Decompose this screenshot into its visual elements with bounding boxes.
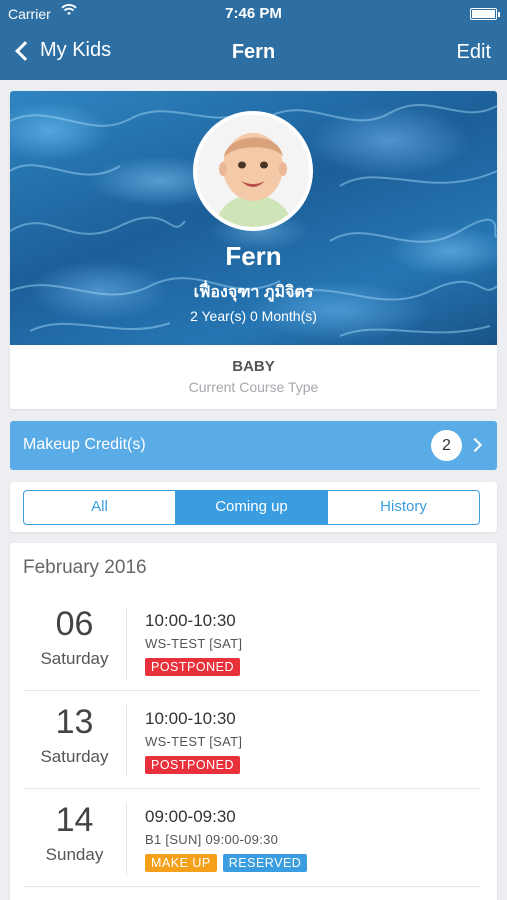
divider [126,607,127,679]
class-time: 10:00-10:30 [145,709,236,728]
status-badge: POSTPONED [145,756,240,774]
navigation-bar: My Kids Fern Edit [0,28,507,80]
avatar [193,111,313,231]
chevron-right-icon [467,437,483,453]
divider [126,803,127,875]
status-bar: Carrier 7:46 PM [0,0,507,28]
back-label: My Kids [40,39,112,61]
schedule-row[interactable]: 06 Saturday 10:00-10:30 WS-TEST [SAT] PO… [23,593,480,691]
segmented-control: All Coming up History [23,490,480,525]
status-badge: MAKE UP [145,854,217,872]
class-name: WS-TEST [SAT] [145,636,243,651]
month-header: February 2016 [23,557,147,578]
chevron-left-icon [15,40,35,61]
course-type-caption: Current Course Type [188,379,319,395]
course-type-value: BABY [232,358,275,375]
schedule-row[interactable]: 13 Saturday 10:00-10:30 WS-TEST [SAT] PO… [23,691,480,789]
pool-background: Fern เฟื่องจุฑา ภูมิจิตร 2 Year(s) 0 Mon… [10,91,497,345]
tab-all[interactable]: All [24,491,176,524]
weekday: Saturday [40,747,109,766]
makeup-credits-label: Makeup Credit(s) [23,436,146,453]
schedule-card: February 2016 06 Saturday 10:00-10:30 WS… [10,543,497,900]
date-box: 13 Saturday [23,691,126,789]
back-button[interactable]: My Kids [12,39,111,62]
status-badges: POSTPONED [145,756,240,774]
kid-age: 2 Year(s) 0 Month(s) [190,308,317,324]
kid-name: Fern [225,241,282,271]
date-box: 14 Sunday [23,789,126,887]
class-time: 10:00-10:30 [145,611,236,630]
weekday: Sunday [45,845,104,864]
divider [126,705,127,777]
profile-card: Fern เฟื่องจุฑา ภูมิจิตร 2 Year(s) 0 Mon… [10,91,497,409]
schedule-row[interactable]: 14 Sunday 09:00-09:30 B1 [SUN] 09:00-09:… [23,789,480,887]
date-box: 06 Saturday [23,593,126,691]
kid-thai-name: เฟื่องจุฑา ภูมิจิตร [193,284,314,301]
day-number: 14 [55,801,94,839]
weekday: Saturday [40,649,109,668]
edit-button[interactable]: Edit [457,41,491,64]
day-number: 06 [55,605,94,643]
status-badge: POSTPONED [145,658,240,676]
filter-tabs-card: All Coming up History [10,482,497,532]
makeup-credits-count: 2 [431,430,462,461]
class-name: B1 [SUN] 09:00-09:30 [145,832,279,847]
status-badges: MAKE UP RESERVED [145,854,308,872]
battery-icon [470,8,500,20]
class-time: 09:00-09:30 [145,807,236,826]
day-number: 13 [55,703,94,741]
clock: 7:46 PM [225,5,282,22]
tab-coming-up[interactable]: Coming up [176,491,328,524]
class-name: WS-TEST [SAT] [145,734,243,749]
status-badges: POSTPONED [145,658,240,676]
status-badge: RESERVED [222,854,308,872]
makeup-credits-row[interactable]: Makeup Credit(s) 2 [10,421,497,470]
tab-history[interactable]: History [328,491,479,524]
